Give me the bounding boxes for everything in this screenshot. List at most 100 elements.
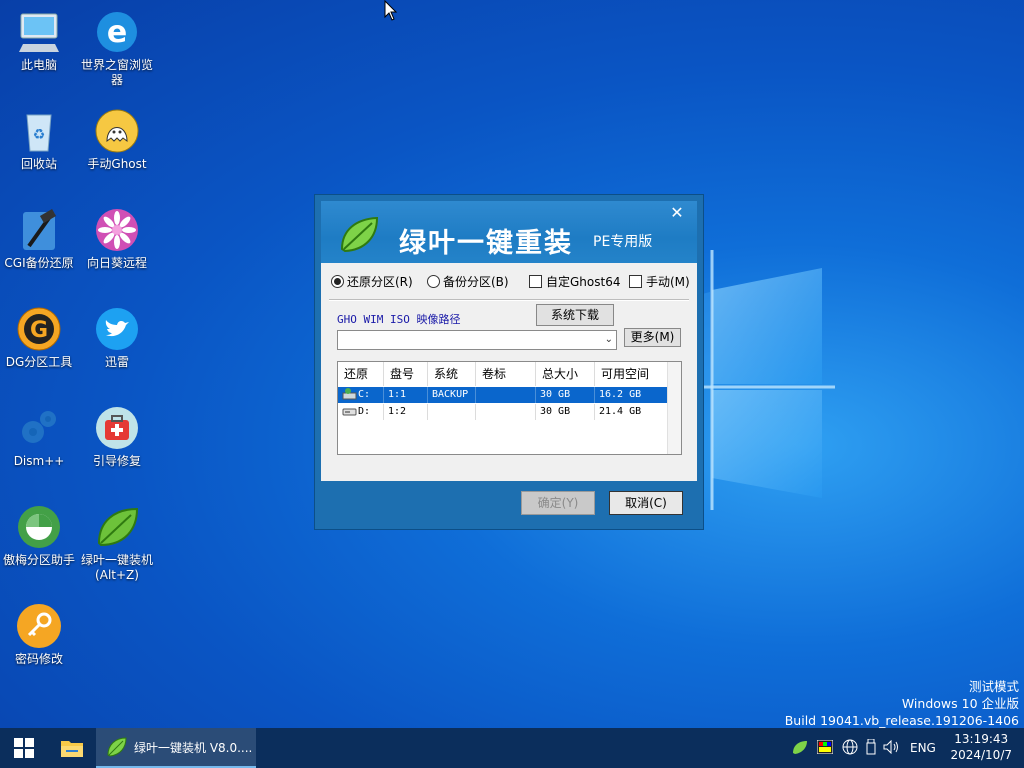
green-leaf-icon [93, 503, 141, 551]
computer-icon [15, 8, 63, 56]
system-clock[interactable]: 13:19:43 2024/10/7 [950, 731, 1012, 763]
restore-partition-radio[interactable]: 还原分区(R) [331, 273, 413, 290]
dialog-subtitle: PE专用版 [593, 234, 653, 250]
disk-cell: 1:1 [384, 387, 428, 403]
option-label: 还原分区(R) [347, 275, 413, 289]
green-leaf-logo-icon [339, 215, 381, 253]
drive-letter: C: [358, 389, 371, 400]
hammer-tools-icon [15, 206, 63, 254]
desktop-icon-label: 向日葵远程 [86, 256, 147, 270]
divider [329, 299, 689, 301]
desktop-icon-label: CGI备份还原 [4, 256, 74, 270]
svg-text:♻: ♻ [33, 127, 46, 143]
aomei-partition-icon [15, 503, 63, 551]
desktop-icon-label: 手动Ghost [87, 157, 147, 171]
volume-icon[interactable] [880, 739, 904, 757]
dialog-footer: 确定(Y) 取消(C) [321, 481, 697, 523]
usb-drive-icon[interactable] [862, 738, 880, 758]
option-label: 手动(M) [646, 275, 690, 289]
desktop-icon-boot-repair[interactable]: 引导修复 [78, 404, 156, 469]
watermark-line: Windows 10 企业版 [901, 696, 1019, 711]
network-globe-icon[interactable] [838, 739, 862, 758]
table-row[interactable]: D: 1:2 30 GB 21.4 GB [338, 404, 668, 420]
free-cell: 21.4 GB [595, 404, 668, 420]
taskbar-app-lvye[interactable]: 绿叶一键装机 V8.0.... [96, 728, 256, 768]
partition-table: 还原 盘号 系统 卷标 总大小 可用空间 C: 1:1 BACKUP 30 GB… [337, 361, 682, 455]
taskbar-app-label: 绿叶一键装机 V8.0.... [134, 740, 253, 755]
test-mode-watermark: 测试模式 Windows 10 企业版 Build 19041.vb_relea… [785, 678, 1019, 729]
green-leaf-tray-icon[interactable] [792, 739, 812, 758]
dialog-title: 绿叶一键重装 [399, 228, 573, 259]
column-header[interactable]: 卷标 [476, 362, 536, 386]
checkbox-indicator [629, 275, 642, 288]
desktop-icon-sunflower[interactable]: 向日葵远程 [78, 206, 156, 271]
system-tray: ENG [792, 728, 936, 768]
total-cell: 30 GB [536, 387, 595, 403]
color-picker-tray-icon[interactable] [812, 739, 838, 757]
label-cell [476, 387, 536, 403]
input-language[interactable]: ENG [910, 741, 936, 755]
desktop-icon-label: 迅雷 [104, 355, 129, 369]
desktop-icon-label: 引导修复 [92, 454, 141, 468]
system-download-button[interactable]: 系统下载 [536, 304, 614, 326]
backup-partition-radio[interactable]: 备份分区(B) [427, 273, 509, 290]
free-cell: 16.2 GB [595, 387, 668, 403]
column-header[interactable]: 总大小 [536, 362, 595, 386]
dialog-body: 还原分区(R) 备份分区(B) 自定Ghost64 手动(M) GHO WIM … [321, 263, 697, 481]
image-path-label: GHO WIM ISO 映像路径 [337, 313, 461, 326]
manual-checkbox[interactable]: 手动(M) [629, 273, 690, 290]
column-header[interactable]: 可用空间 [595, 362, 668, 386]
green-leaf-icon [107, 737, 127, 757]
desktop-icon-dism[interactable]: Dism++ [0, 404, 78, 469]
table-scrollbar[interactable] [667, 362, 681, 454]
desktop-icon-dg-partition[interactable]: G DG分区工具 [0, 305, 78, 370]
option-label: 自定Ghost64 [546, 275, 621, 289]
cancel-button[interactable]: 取消(C) [609, 491, 683, 515]
system-cell: BACKUP [428, 387, 476, 403]
ok-button[interactable]: 确定(Y) [521, 491, 595, 515]
gears-icon [15, 404, 63, 452]
more-button[interactable]: 更多(M) [624, 328, 681, 347]
radio-indicator [427, 275, 440, 288]
windows-start-icon [14, 738, 34, 758]
radio-indicator [331, 275, 344, 288]
system-cell [428, 404, 476, 420]
column-header[interactable]: 系统 [428, 362, 476, 386]
start-button[interactable] [0, 728, 48, 768]
column-header[interactable]: 还原 [338, 362, 384, 386]
taskbar: 绿叶一键装机 V8.0.... ENG 13:19:43 2024/10/7 [0, 728, 1024, 768]
close-icon[interactable]: ✕ [667, 203, 687, 223]
desktop-icon-xunlei[interactable]: 迅雷 [78, 305, 156, 370]
svg-text:e: e [107, 15, 127, 50]
desktop-icon-lvye-installer[interactable]: 绿叶一键装机 (Alt+Z) [78, 503, 156, 583]
label-cell [476, 404, 536, 420]
dg-partition-icon: G [15, 305, 63, 353]
desktop-icon-manual-ghost[interactable]: 手动Ghost [78, 107, 156, 172]
first-aid-kit-icon [93, 404, 141, 452]
desktop-icon-label: 此电脑 [20, 58, 57, 72]
desktop-icon-label: 密码修改 [14, 652, 63, 666]
mouse-cursor-icon [384, 0, 398, 21]
key-icon [15, 602, 63, 650]
disk-cell: 1:2 [384, 404, 428, 420]
desktop-icon-password[interactable]: 密码修改 [0, 602, 78, 667]
image-path-combobox[interactable]: ⌄ [337, 330, 617, 350]
desktop-icon-browser[interactable]: e 世界之窗浏览器 [78, 8, 156, 88]
drive-icon [342, 388, 357, 400]
custom-ghost64-checkbox[interactable]: 自定Ghost64 [529, 273, 620, 290]
desktop-icon-this-pc[interactable]: 此电脑 [0, 8, 78, 73]
desktop-icon-recycle-bin[interactable]: ♻ 回收站 [0, 107, 78, 172]
dialog-header: 绿叶一键重装 PE专用版 ✕ [321, 201, 697, 263]
file-explorer-button[interactable] [50, 728, 94, 768]
table-row[interactable]: C: 1:1 BACKUP 30 GB 16.2 GB [338, 387, 668, 403]
ghost-icon [93, 107, 141, 155]
recycle-bin-icon: ♻ [15, 107, 63, 155]
drive-cell: C: [338, 387, 384, 403]
desktop-icon-cgi-backup[interactable]: CGI备份还原 [0, 206, 78, 271]
chevron-down-icon[interactable]: ⌄ [605, 334, 613, 345]
column-header[interactable]: 盘号 [384, 362, 428, 386]
bird-icon [93, 305, 141, 353]
clock-date: 2024/10/7 [950, 748, 1012, 762]
desktop-icon-aomei[interactable]: 傲梅分区助手 [0, 503, 78, 568]
watermark-line: Build 19041.vb_release.191206-1406 [784, 713, 1019, 728]
